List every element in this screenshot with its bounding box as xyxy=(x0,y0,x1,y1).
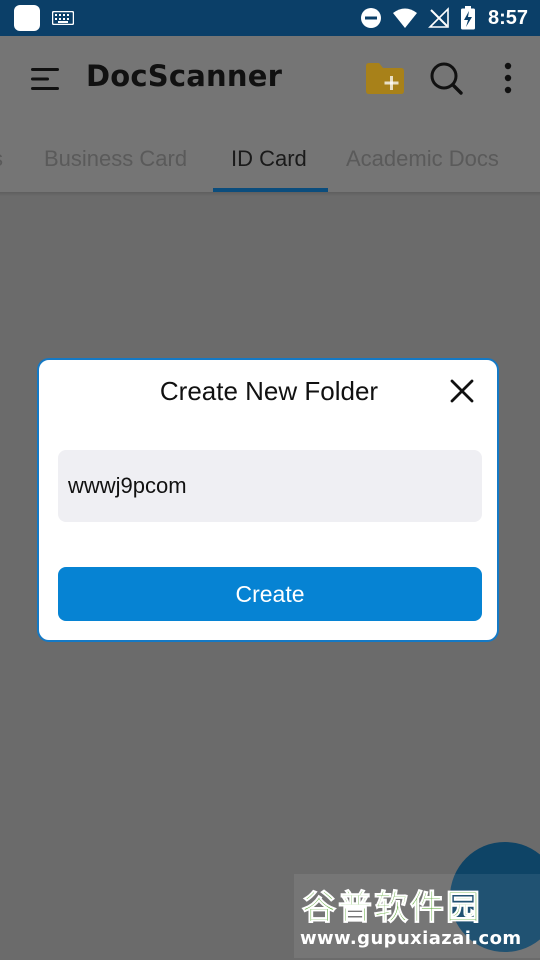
new-folder-icon[interactable] xyxy=(364,60,406,96)
keyboard-icon xyxy=(52,11,74,25)
close-icon[interactable] xyxy=(449,378,475,404)
create-folder-dialog: Create New Folder Create xyxy=(37,358,499,642)
status-time: 8:57 xyxy=(487,6,528,29)
status-bar: 8:57 xyxy=(0,0,540,36)
tabs-shadow xyxy=(0,192,540,196)
watermark: 谷普软件园 www.gupuxiazai.com xyxy=(294,874,540,958)
category-tabs: s Business Card ID Card Academic Docs xyxy=(0,122,540,192)
tab-business-card[interactable]: Business Card xyxy=(44,146,187,172)
dialog-title: Create New Folder xyxy=(159,376,379,406)
do-not-disturb-icon xyxy=(360,8,381,28)
create-button[interactable]: Create xyxy=(58,567,482,621)
tab-academic-docs[interactable]: Academic Docs xyxy=(346,146,499,172)
tab-id-card[interactable]: ID Card xyxy=(231,146,307,172)
no-signal-icon xyxy=(428,7,449,28)
battery-charging-icon xyxy=(460,6,475,30)
watermark-text: 谷普软件园 xyxy=(302,888,482,929)
app-title: DocScanner xyxy=(86,59,283,93)
app-icon xyxy=(14,5,40,31)
more-vert-icon[interactable] xyxy=(496,60,520,96)
search-icon[interactable] xyxy=(428,60,464,96)
wifi-icon xyxy=(392,8,417,28)
watermark-url: www.gupuxiazai.com xyxy=(300,928,522,949)
folder-name-input[interactable] xyxy=(58,450,482,522)
tab-partial[interactable]: s xyxy=(0,146,3,172)
app-bar: DocScanner xyxy=(0,36,540,122)
menu-icon[interactable] xyxy=(30,66,60,92)
